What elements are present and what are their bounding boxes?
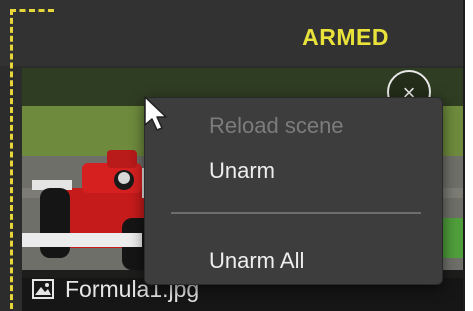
menu-item-unarm[interactable]: Unarm [209, 158, 275, 184]
armed-status-label: ARMED [302, 24, 389, 50]
menu-item-reload-scene[interactable]: Reload scene [209, 113, 344, 139]
scene-header: ARMED [0, 0, 463, 66]
selection-outline [10, 9, 54, 309]
mouse-cursor-icon [144, 96, 167, 131]
menu-item-unarm-all[interactable]: Unarm All [209, 248, 304, 274]
context-menu: Reload scene Unarm Unarm All [144, 97, 443, 285]
menu-separator [171, 212, 421, 214]
